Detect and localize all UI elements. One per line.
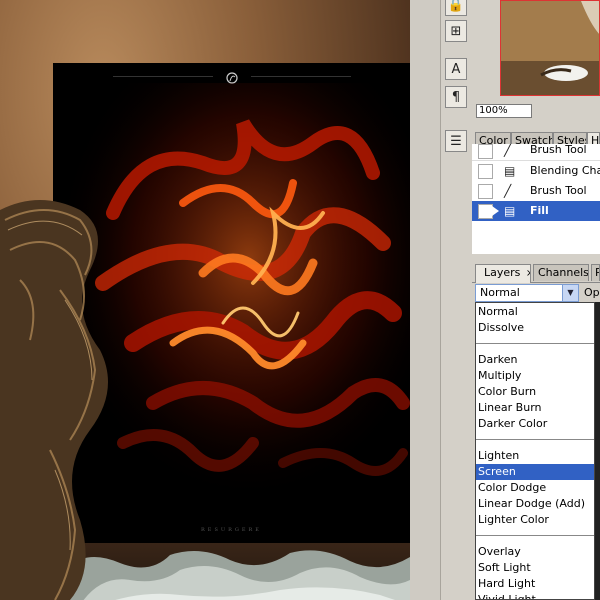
history-item-label: Fill: [530, 204, 549, 217]
blend-mode-option[interactable]: Lighter Color: [476, 512, 594, 528]
blend-mode-option[interactable]: Lighten: [476, 448, 594, 464]
blend-mode-option[interactable]: Soft Light: [476, 560, 594, 576]
blend-mode-option[interactable]: Multiply: [476, 368, 594, 384]
tab-channels[interactable]: Channels: [533, 264, 589, 281]
history-item-brush-tool-1[interactable]: ╱ Brush Tool: [472, 144, 600, 161]
history-item-brush-tool-2[interactable]: ╱ Brush Tool: [472, 181, 600, 202]
history-panel: Color Swatch Styles H ╱ Brush Tool ▤ Ble…: [472, 130, 600, 254]
blend-mode-option[interactable]: Linear Burn: [476, 400, 594, 416]
brush-icon: ╱: [504, 144, 512, 157]
workspace-gap: [410, 0, 440, 600]
navigator-thumbnail[interactable]: [500, 0, 600, 96]
snapshot-checkbox[interactable]: [478, 184, 493, 199]
document-icon: ▤: [504, 164, 516, 178]
layer-thumbnail-strip: [595, 302, 600, 600]
lock-icon[interactable]: 🔒: [445, 0, 467, 16]
tab-layers[interactable]: Layers ×: [475, 264, 531, 283]
menu-separator: [476, 343, 594, 344]
character-panel-icon[interactable]: A: [445, 58, 467, 80]
history-state-pointer-icon[interactable]: [492, 206, 499, 216]
history-item-label: Blending Chang: [530, 164, 600, 177]
tool-strip: 🔒 ⊞ A ¶ ☰: [440, 0, 471, 600]
navigator-panel: 100%: [472, 0, 600, 122]
fill-icon: ▤: [504, 204, 516, 218]
figure-hair: [0, 200, 108, 600]
blend-mode-dropdown[interactable]: Normal Dissolve Darken Multiply Color Burn Li…: [475, 302, 595, 600]
snapshot-checkbox[interactable]: [478, 144, 493, 159]
brush-icon: ╱: [504, 184, 512, 198]
blend-mode-option[interactable]: Color Dodge: [476, 480, 594, 496]
history-item-blending-change[interactable]: ▤ Blending Chang: [472, 161, 600, 182]
blend-mode-option[interactable]: Darken: [476, 352, 594, 368]
menu-separator: [476, 535, 594, 536]
blend-mode-option[interactable]: Overlay: [476, 544, 594, 560]
opacity-label: Opa: [584, 286, 600, 299]
blend-mode-option[interactable]: Darker Color: [476, 416, 594, 432]
notes-panel-icon[interactable]: ☰: [445, 130, 467, 152]
snapshot-checkbox[interactable]: [478, 204, 493, 219]
blend-mode-option[interactable]: Color Burn: [476, 384, 594, 400]
clone-source-icon[interactable]: ⊞: [445, 20, 467, 42]
blend-mode-option[interactable]: Normal: [476, 304, 594, 320]
document-canvas[interactable]: RESURGERE: [0, 0, 410, 600]
navigator-preview: [501, 1, 599, 95]
blend-mode-option[interactable]: Vivid Light: [476, 592, 594, 599]
blend-mode-value: Normal: [480, 286, 520, 299]
blend-mode-option[interactable]: Dissolve: [476, 320, 594, 336]
blend-mode-option[interactable]: Linear Dodge (Add): [476, 496, 594, 512]
history-item-fill[interactable]: ▤ Fill: [472, 201, 600, 222]
tab-paths[interactable]: P: [591, 264, 600, 281]
menu-separator: [476, 439, 594, 440]
zoom-input[interactable]: 100%: [476, 104, 532, 118]
close-icon[interactable]: ×: [526, 268, 530, 279]
blend-mode-option[interactable]: Hard Light: [476, 576, 594, 592]
history-empty-area: [472, 221, 600, 254]
paragraph-panel-icon[interactable]: ¶: [445, 86, 467, 108]
blend-mode-select[interactable]: Normal ▼: [475, 284, 579, 302]
history-item-label: Brush Tool: [530, 184, 587, 197]
chevron-down-icon[interactable]: ▼: [562, 285, 578, 301]
snapshot-checkbox[interactable]: [478, 164, 493, 179]
tab-layers-label: Layers: [484, 266, 521, 279]
history-item-label: Brush Tool: [530, 144, 587, 156]
layers-tab-bar: Layers × Channels P: [472, 262, 600, 283]
poster-header: [53, 69, 410, 84]
blend-mode-option[interactable]: Screen: [476, 464, 594, 480]
